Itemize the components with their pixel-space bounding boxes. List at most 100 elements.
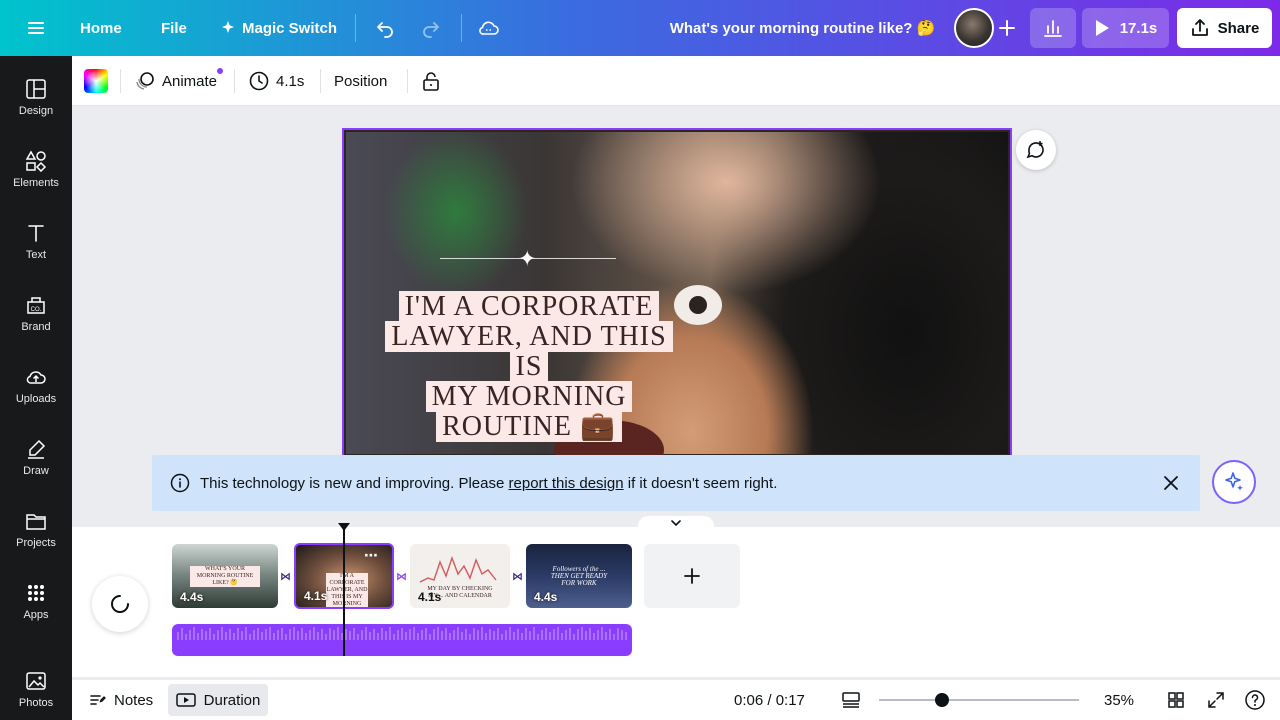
- clip-duration: 4.1s: [304, 589, 328, 603]
- duration-toggle-label: Duration: [203, 691, 261, 709]
- undo-icon: [377, 22, 393, 38]
- color-picker-button[interactable]: [84, 56, 108, 106]
- close-notice-button[interactable]: [1160, 472, 1182, 498]
- duration-label: 4.1s: [276, 72, 305, 90]
- apps-icon: [28, 585, 44, 601]
- comment-add-icon: [1026, 141, 1044, 159]
- caption-line: ROUTINE 💼: [436, 411, 622, 442]
- sparkle-icon: ✦: [518, 246, 537, 271]
- divider: [461, 14, 462, 42]
- brand-icon: CO.: [27, 297, 45, 314]
- play-button[interactable]: 17.1s: [1082, 8, 1169, 48]
- mini-chart-graphic: [419, 555, 497, 583]
- clip-thumbnail-text: Followers of the ... THEN GET READY FOR …: [550, 565, 608, 587]
- rail-item-draw[interactable]: Draw: [0, 434, 72, 498]
- notice-text-after: if it doesn't seem right.: [627, 474, 778, 492]
- share-icon: [1191, 19, 1208, 36]
- share-button[interactable]: Share: [1177, 8, 1272, 48]
- sparkle-icon: [1225, 472, 1243, 491]
- playhead[interactable]: [343, 528, 345, 656]
- transition-button[interactable]: ⋈: [512, 570, 523, 583]
- expand-icon: [1208, 692, 1224, 708]
- info-notice: This technology is new and improving. Pl…: [152, 455, 1200, 511]
- rail-item-projects[interactable]: Projects: [0, 506, 72, 570]
- rail-item-apps[interactable]: Apps: [0, 578, 72, 642]
- rail-item-photos[interactable]: Photos: [0, 666, 72, 720]
- caption-text[interactable]: I'M A CORPORATE LAWYER, AND THIS IS MY M…: [384, 291, 674, 442]
- rail-item-text[interactable]: Text: [0, 218, 72, 282]
- timeline-clip[interactable]: MY DAY BY CHECKING MY ... AND CALENDAR 4…: [410, 544, 510, 608]
- zoom-level[interactable]: 35%: [1104, 680, 1134, 720]
- unlock-icon: [423, 72, 439, 91]
- position-button[interactable]: Position: [334, 56, 387, 106]
- photos-icon: [26, 672, 46, 690]
- undo-button[interactable]: [373, 0, 397, 56]
- rail-item-design[interactable]: Design: [0, 74, 72, 138]
- home-button[interactable]: Home: [80, 0, 122, 56]
- transition-button[interactable]: ⋈: [396, 570, 407, 583]
- help-button[interactable]: [1244, 680, 1266, 720]
- avatar[interactable]: [954, 8, 994, 48]
- rail-item-elements[interactable]: Elements: [0, 146, 72, 210]
- magic-icon: [222, 21, 234, 33]
- document-title[interactable]: What's your morning routine like? 🤔: [660, 0, 945, 56]
- timeline-clip[interactable]: Followers of the ... THEN GET READY FOR …: [526, 544, 632, 608]
- transition-button[interactable]: ⋈: [280, 570, 291, 583]
- uploads-icon: [26, 371, 46, 384]
- time-readout: 0:06 / 0:17: [734, 691, 805, 709]
- duration-button[interactable]: 4.1s: [248, 56, 304, 106]
- design-page[interactable]: ✦ I'M A CORPORATE LAWYER, AND THIS IS MY…: [342, 128, 1012, 458]
- clip-thumbnail-text: WHAT'S YOUR MORNING ROUTINE LIKE? 🤔: [190, 566, 260, 587]
- timeline-clip[interactable]: WHAT'S YOUR MORNING ROUTINE LIKE? 🤔 4.4s: [172, 544, 278, 608]
- notes-button[interactable]: Notes: [88, 680, 153, 720]
- notes-label: Notes: [114, 691, 154, 709]
- draw-icon: [28, 439, 46, 459]
- rail-item-brand[interactable]: CO. Brand: [0, 290, 72, 354]
- menu-button[interactable]: [24, 0, 48, 56]
- divider: [320, 69, 321, 93]
- color-swatch-icon: [84, 69, 108, 93]
- insights-button[interactable]: [1030, 8, 1076, 48]
- fullscreen-button[interactable]: [1206, 680, 1226, 720]
- view-toggle-button[interactable]: [841, 680, 861, 720]
- report-design-link[interactable]: report this design: [509, 475, 624, 492]
- audio-track[interactable]: [172, 624, 632, 656]
- clip-duration: 4.1s: [418, 590, 442, 604]
- magic-assistant-button[interactable]: [1212, 460, 1256, 504]
- add-comment-button[interactable]: [1016, 130, 1056, 170]
- lock-button[interactable]: [420, 56, 442, 106]
- divider: [355, 14, 356, 42]
- svg-text:CO.: CO.: [31, 307, 42, 313]
- redo-button[interactable]: [419, 0, 443, 56]
- rail-label: Uploads: [15, 393, 57, 405]
- invite-button[interactable]: [996, 16, 1018, 40]
- magic-switch-button[interactable]: Magic Switch: [220, 0, 337, 56]
- cloud-save-status[interactable]: [477, 0, 501, 56]
- zoom-slider-track[interactable]: [879, 699, 1079, 701]
- redo-icon: [423, 22, 439, 38]
- duration-toggle-button[interactable]: Duration: [168, 684, 268, 716]
- plus-icon: [684, 568, 700, 584]
- caption-line: I'M A CORPORATE: [398, 291, 660, 322]
- divider: [120, 69, 121, 93]
- caption-line: MY MORNING: [425, 381, 633, 412]
- caption-line: LAWYER, AND THIS IS: [385, 321, 673, 382]
- new-badge-dot: [216, 67, 224, 75]
- rail-label: Draw: [23, 465, 49, 477]
- file-menu[interactable]: File: [161, 0, 187, 56]
- zoom-slider-handle[interactable]: [935, 693, 949, 707]
- add-page-button[interactable]: [644, 544, 740, 608]
- animate-icon: [136, 72, 154, 90]
- grid-icon: [1168, 692, 1184, 708]
- grid-view-button[interactable]: [1166, 680, 1186, 720]
- share-label: Share: [1217, 19, 1260, 37]
- animate-button[interactable]: Animate: [134, 56, 217, 106]
- close-icon: [1164, 476, 1178, 490]
- collapse-timeline-button[interactable]: [638, 516, 714, 530]
- play-icon: [1095, 20, 1109, 36]
- rail-item-uploads[interactable]: Uploads: [0, 362, 72, 426]
- clip-more-options[interactable]: ⋯: [364, 547, 378, 564]
- left-rail: Design Elements Text CO. Brand Uploads D…: [0, 56, 72, 720]
- clip-thumbnail-text: I'M A CORPORATE LAWYER, AND THIS IS MY M…: [326, 573, 368, 607]
- cloud-icon: [479, 21, 499, 35]
